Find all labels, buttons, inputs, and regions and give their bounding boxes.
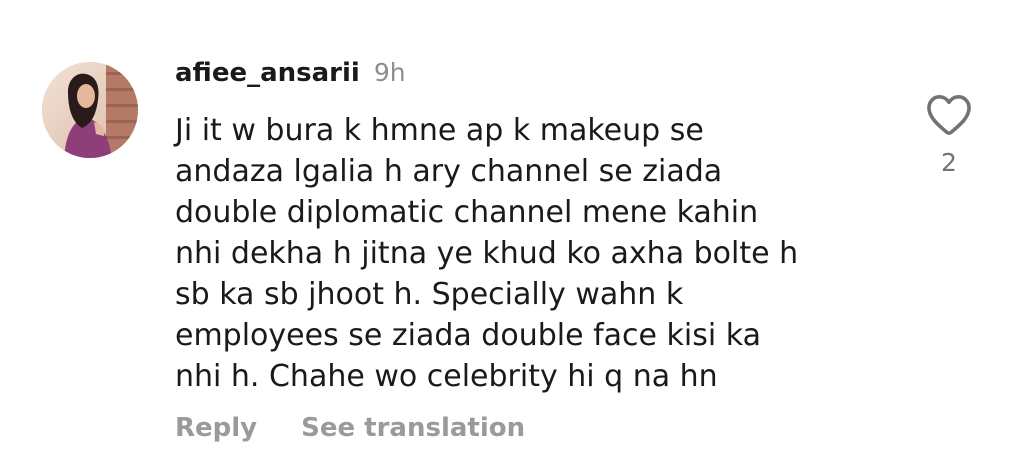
comment-text-line: Ji it w bura k hmne ap k makeup se <box>175 113 704 148</box>
comment-header: afiee_ansarii 9h <box>175 58 406 94</box>
username-link[interactable]: afiee_ansarii <box>175 58 360 88</box>
comment-text-line: andaza lgalia h ary channel se ziada <box>175 154 723 189</box>
comment-timestamp: 9h <box>373 58 406 87</box>
reply-button[interactable]: Reply <box>175 413 257 443</box>
avatar-image <box>42 62 138 158</box>
comment-item: afiee_ansarii 9h Ji it w bura k hmne ap … <box>0 0 1024 475</box>
see-translation-button[interactable]: See translation <box>301 413 525 443</box>
heart-outline-icon[interactable] <box>926 94 972 136</box>
like-count: 2 <box>941 148 957 177</box>
comment-text-line: employees se ziada double face kisi ka <box>175 318 761 353</box>
comment-actions: Reply See translation <box>175 413 525 443</box>
comment-text-line: sb ka sb jhoot h. Specially wahn k <box>175 277 684 312</box>
comment-text-line: nhi dekha h jitna ye khud ko axha bolte … <box>175 236 799 271</box>
comment-text-line: double diplomatic channel mene kahin <box>175 195 759 230</box>
like-section: 2 <box>926 94 972 177</box>
avatar[interactable] <box>42 62 138 158</box>
comment-text-line: nhi h. Chahe wo celebrity hi q na hn <box>175 359 718 394</box>
comment-text: Ji it w bura k hmne ap k makeup se andaz… <box>175 110 895 397</box>
